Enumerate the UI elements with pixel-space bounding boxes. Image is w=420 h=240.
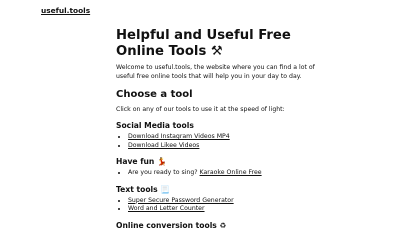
have-fun-heading-text: Have fun: [116, 157, 155, 167]
intro-text: Welcome to useful.tools, the website whe…: [116, 64, 315, 80]
have-fun-heading: Have fun 💃: [116, 157, 316, 167]
hammer-pick-icon: ⚒: [210, 44, 223, 59]
choose-tool-heading: Choose a tool: [116, 89, 193, 100]
karaoke-prompt-text: Are you ready to sing?: [128, 169, 198, 177]
text-tools-list: Super Secure Password Generator Word and…: [116, 197, 316, 214]
social-media-list: Download Instagram Videos MP4 Download L…: [116, 133, 316, 150]
dancer-icon: 💃: [157, 157, 167, 167]
list-item: Super Secure Password Generator: [128, 197, 316, 206]
list-item: Are you ready to sing? Karaoke Online Fr…: [128, 169, 316, 178]
page: useful.tools Helpful and Useful Free Onl…: [0, 0, 420, 236]
choose-tool-text: Click on any of our tools to use it at t…: [116, 106, 285, 113]
text-tools-heading-text: Text tools: [116, 184, 158, 194]
download-instagram-link[interactable]: Download Instagram Videos MP4: [128, 133, 230, 140]
list-item: Download Instagram Videos MP4: [128, 133, 316, 142]
list-item: Download Likee Videos: [128, 142, 316, 151]
karaoke-link[interactable]: Karaoke Online Free: [200, 169, 262, 176]
page-title: Helpful and Useful Free Online Tools ⚒: [116, 28, 316, 60]
page-title-text: Helpful and Useful Free Online Tools: [116, 28, 291, 59]
conversion-tools-heading-text: Online conversion tools: [116, 220, 217, 230]
have-fun-list: Are you ready to sing? Karaoke Online Fr…: [116, 169, 316, 178]
download-likee-link[interactable]: Download Likee Videos: [128, 142, 199, 149]
conversion-tools-heading: Online conversion tools ♻: [116, 221, 316, 231]
site-brand-link[interactable]: useful.tools: [41, 6, 90, 15]
main-content: Helpful and Useful Free Online Tools ⚒ W…: [116, 28, 316, 231]
recycle-icon: ♻: [219, 220, 227, 230]
social-media-heading: Social Media tools: [116, 121, 194, 130]
document-icon: 📃: [160, 184, 170, 194]
password-generator-link[interactable]: Super Secure Password Generator: [128, 197, 234, 204]
text-tools-heading: Text tools 📃: [116, 185, 316, 195]
list-item: Word and Letter Counter: [128, 205, 316, 214]
word-counter-link[interactable]: Word and Letter Counter: [128, 205, 205, 212]
